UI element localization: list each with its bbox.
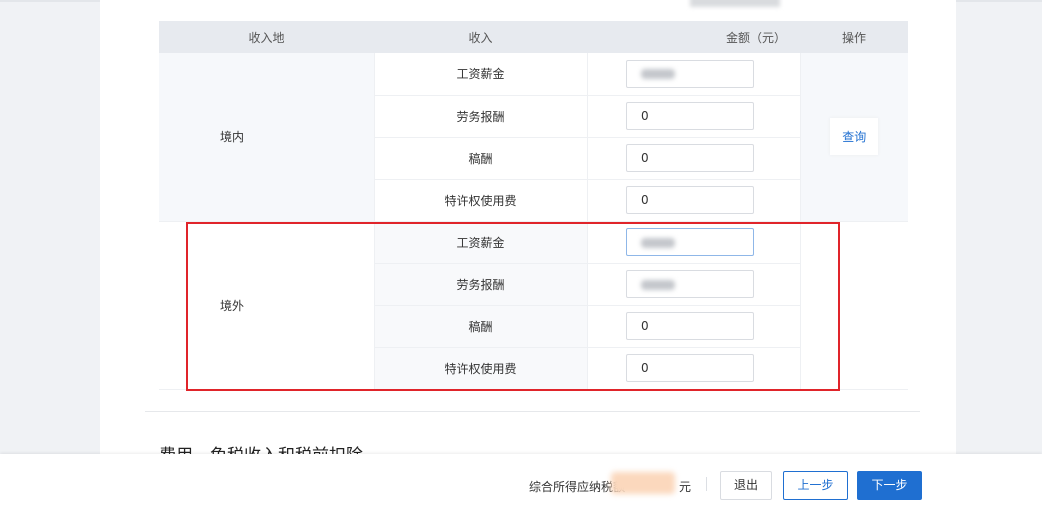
redacted-value xyxy=(641,237,675,248)
tax-due-unit: 元 xyxy=(679,480,692,494)
prev-step-button[interactable]: 上一步 xyxy=(783,471,848,500)
region-foreign: 境外 xyxy=(159,221,374,390)
domestic-labor-input[interactable]: 0 xyxy=(626,102,754,130)
domestic-royalty-input[interactable]: 0 xyxy=(626,144,754,172)
foreign-labor-input[interactable] xyxy=(626,270,754,298)
domestic-franchise-input[interactable]: 0 xyxy=(626,186,754,214)
income-table: 收入地 收入 金额（元） 操作 境内 工资薪金 查询 劳务报酬 0 稿酬 0 特… xyxy=(159,21,908,390)
domestic-salary-input[interactable] xyxy=(626,59,754,88)
section-divider xyxy=(145,411,920,412)
income-table-header: 收入地 收入 金额（元） 操作 xyxy=(159,21,908,53)
header-income: 收入 xyxy=(374,21,587,53)
income-item-label: 劳务报酬 xyxy=(373,263,588,306)
table-row: 境外 工资薪金 xyxy=(159,221,908,390)
income-item-label: 稿酬 xyxy=(373,305,588,348)
redacted-value xyxy=(641,279,675,290)
header-ops: 操作 xyxy=(800,21,908,53)
income-item-label: 劳务报酬 xyxy=(373,95,588,138)
foreign-royalty-input[interactable]: 0 xyxy=(626,312,754,340)
footer-separator xyxy=(706,477,707,491)
table-row: 境内 工资薪金 查询 xyxy=(159,53,908,222)
income-total xyxy=(690,0,780,8)
header-amount: 金额（元） xyxy=(587,21,800,53)
income-item-label: 特许权使用费 xyxy=(373,347,588,390)
income-item-label: 特许权使用费 xyxy=(373,179,588,222)
header-region: 收入地 xyxy=(159,21,374,53)
income-total-amount-redacted xyxy=(690,0,780,7)
content-panel: 收入地 收入 金额（元） 操作 境内 工资薪金 查询 劳务报酬 0 稿酬 0 特… xyxy=(100,0,956,454)
footer-bar: 综合所得应纳税额 元 退出 上一步 下一步 xyxy=(0,454,1042,508)
next-step-button[interactable]: 下一步 xyxy=(857,471,922,500)
section-title: 费用、免税收入和税前扣除 xyxy=(159,441,363,454)
foreign-salary-input[interactable] xyxy=(626,228,754,256)
redacted-value xyxy=(641,69,675,80)
income-item-label: 工资薪金 xyxy=(373,221,588,264)
ops-empty xyxy=(799,221,908,390)
income-item-label: 工资薪金 xyxy=(373,53,588,96)
foreign-franchise-input[interactable]: 0 xyxy=(626,354,754,382)
query-button[interactable]: 查询 xyxy=(830,118,879,156)
region-domestic: 境内 xyxy=(159,53,374,222)
income-item-label: 稿酬 xyxy=(373,137,588,180)
tax-due-amount-redacted xyxy=(611,472,675,494)
exit-button[interactable]: 退出 xyxy=(720,471,772,500)
